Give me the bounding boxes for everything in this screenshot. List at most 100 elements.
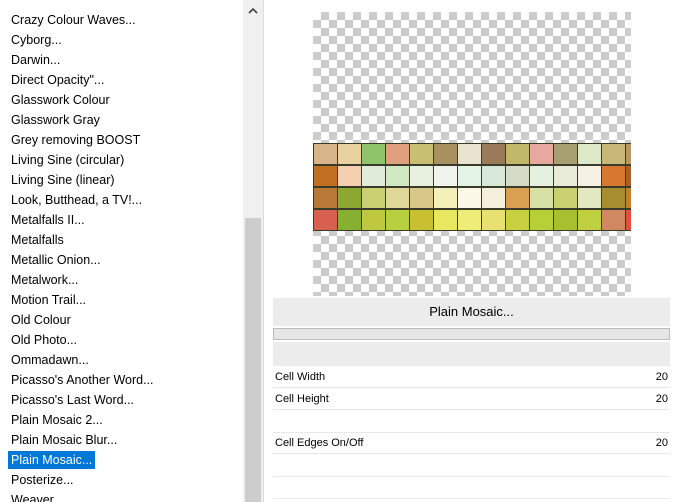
- mosaic-cell: [337, 187, 362, 209]
- filter-list-item[interactable]: Darwin...: [10, 51, 61, 69]
- filter-list-item[interactable]: Posterize...: [10, 471, 75, 489]
- filter-list-item[interactable]: Metalfalls: [10, 231, 65, 249]
- panel-header-band: [273, 342, 670, 366]
- mosaic-cell: [553, 143, 578, 165]
- filter-list-item[interactable]: Direct Opacity"...: [10, 71, 105, 89]
- mosaic-cell: [361, 143, 386, 165]
- mosaic-cell: [361, 165, 386, 187]
- mosaic-cell: [481, 165, 506, 187]
- mosaic-cell: [577, 187, 602, 209]
- mosaic-cell: [337, 165, 362, 187]
- filter-list-item[interactable]: Look, Butthead, a TV!...: [10, 191, 143, 209]
- filter-list-item[interactable]: Old Photo...: [10, 331, 78, 349]
- mosaic-cell: [577, 209, 602, 231]
- mosaic-cell: [529, 209, 554, 231]
- mosaic-cell: [457, 165, 482, 187]
- mosaic-cell: [481, 187, 506, 209]
- filter-list-item[interactable]: Picasso's Another Word...: [10, 371, 155, 389]
- mosaic-cell: [553, 209, 578, 231]
- param-label: Cell Height: [275, 393, 329, 405]
- param-value: 20: [655, 437, 668, 449]
- filter-list-item[interactable]: Weaver...: [10, 491, 65, 502]
- mosaic-cell: [337, 209, 362, 231]
- param-value: 20: [655, 371, 668, 383]
- mosaic-cell: [577, 165, 602, 187]
- progress-bar: [273, 328, 670, 340]
- mosaic-cell: [625, 187, 631, 209]
- mosaic-cell: [361, 209, 386, 231]
- mosaic-cell: [313, 209, 338, 231]
- filter-list-item[interactable]: Metalwork...: [10, 271, 79, 289]
- mosaic-cell: [553, 187, 578, 209]
- mosaic-cell: [409, 143, 434, 165]
- filter-list-item[interactable]: Metalfalls II...: [10, 211, 86, 229]
- mosaic-cell: [385, 143, 410, 165]
- filter-list-item[interactable]: Glasswork Colour: [10, 91, 111, 109]
- mosaic-preview: [313, 143, 631, 231]
- mosaic-cell: [601, 165, 626, 187]
- filter-list-item[interactable]: Plain Mosaic Blur...: [10, 431, 118, 449]
- mosaic-cell: [481, 143, 506, 165]
- scroll-up-button[interactable]: [243, 0, 263, 20]
- param-cell-height[interactable]: Cell Height 20: [273, 390, 670, 410]
- mosaic-cell: [529, 187, 554, 209]
- mosaic-cell: [409, 209, 434, 231]
- mosaic-cell: [457, 187, 482, 209]
- mosaic-cell: [313, 165, 338, 187]
- filter-list-item[interactable]: Living Sine (linear): [10, 171, 116, 189]
- mosaic-cell: [313, 143, 338, 165]
- param-cell-edges[interactable]: Cell Edges On/Off 20: [273, 434, 670, 454]
- mosaic-cell: [409, 187, 434, 209]
- mosaic-cell: [505, 165, 530, 187]
- mosaic-cell: [457, 209, 482, 231]
- scroll-thumb[interactable]: [245, 218, 261, 502]
- mosaic-cell: [385, 165, 410, 187]
- mosaic-cell: [385, 209, 410, 231]
- mosaic-cell: [313, 187, 338, 209]
- filter-list-item[interactable]: Grey removing BOOST: [10, 131, 141, 149]
- param-value: 20: [655, 393, 668, 405]
- mosaic-cell: [433, 187, 458, 209]
- filter-list-item[interactable]: Ommadawn...: [10, 351, 90, 369]
- filter-list-item[interactable]: Metallic Onion...: [10, 251, 102, 269]
- mosaic-cell: [529, 165, 554, 187]
- filter-title: Plain Mosaic...: [273, 298, 670, 326]
- chevron-up-icon: [248, 7, 258, 14]
- filter-settings-panel: Plain Mosaic... Cell Width 20 Cell Heigh…: [273, 298, 670, 502]
- mosaic-cell: [505, 143, 530, 165]
- filter-list-item[interactable]: Picasso's Last Word...: [10, 391, 135, 409]
- preview-canvas: [313, 12, 631, 296]
- mosaic-cell: [529, 143, 554, 165]
- mosaic-cell: [337, 143, 362, 165]
- param-label: Cell Edges On/Off: [275, 437, 364, 449]
- mosaic-cell: [409, 165, 434, 187]
- mosaic-cell: [601, 187, 626, 209]
- mosaic-cell: [481, 209, 506, 231]
- param-cell-width[interactable]: Cell Width 20: [273, 368, 670, 388]
- mosaic-cell: [433, 165, 458, 187]
- filter-list[interactable]: Crazy Colour Waves... Cyborg... Darwin... D…: [0, 0, 243, 502]
- mosaic-cell: [601, 143, 626, 165]
- filter-list-item[interactable]: Plain Mosaic...: [8, 451, 96, 469]
- filter-list-item[interactable]: Old Colour: [10, 311, 72, 329]
- mosaic-cell: [601, 209, 626, 231]
- mosaic-cell: [625, 165, 631, 187]
- mosaic-cell: [433, 143, 458, 165]
- list-scrollbar[interactable]: [243, 0, 263, 502]
- divider: [263, 0, 264, 502]
- mosaic-cell: [577, 143, 602, 165]
- filter-list-item[interactable]: Living Sine (circular): [10, 151, 125, 169]
- mosaic-cell: [553, 165, 578, 187]
- filter-list-item[interactable]: Crazy Colour Waves...: [10, 11, 137, 29]
- filter-list-item[interactable]: Glasswork Gray: [10, 111, 101, 129]
- mosaic-cell: [625, 143, 631, 165]
- mosaic-cell: [385, 187, 410, 209]
- mosaic-cell: [505, 187, 530, 209]
- mosaic-cell: [625, 209, 631, 231]
- filter-list-item[interactable]: Plain Mosaic 2...: [10, 411, 104, 429]
- filter-list-item[interactable]: Motion Trail...: [10, 291, 87, 309]
- mosaic-cell: [505, 209, 530, 231]
- mosaic-cell: [457, 143, 482, 165]
- param-label: Cell Width: [275, 371, 326, 383]
- filter-list-item[interactable]: Cyborg...: [10, 31, 63, 49]
